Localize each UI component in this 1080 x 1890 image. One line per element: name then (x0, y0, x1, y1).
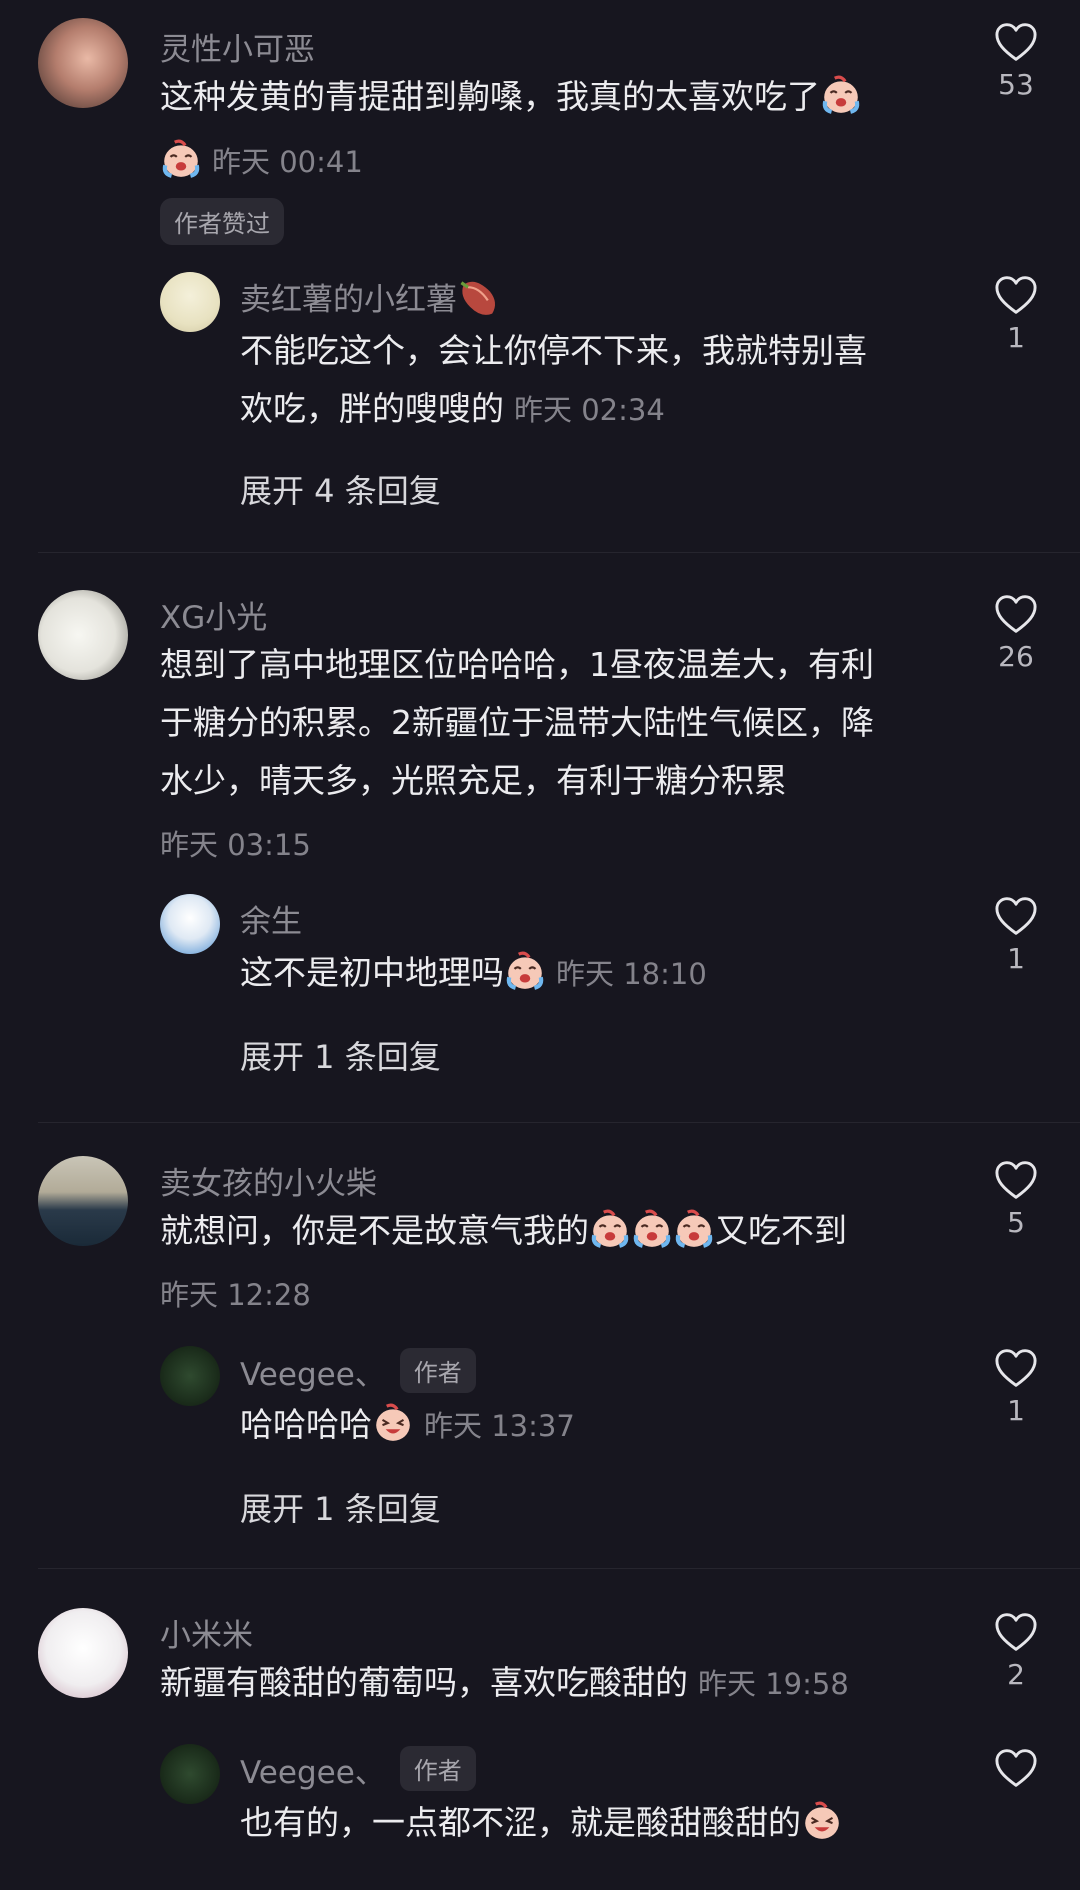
crying-face-emoji (631, 1208, 673, 1250)
reply-avatar[interactable] (160, 272, 220, 332)
reply-like-button[interactable]: 1 (988, 1348, 1044, 1427)
divider (38, 1122, 1080, 1123)
like-count: 1 (1007, 321, 1025, 354)
comment-text: 这种发黄的青提甜到齁嗓，我真的太喜欢吃了 (160, 68, 862, 126)
heart-outline-icon (994, 896, 1038, 936)
divider (38, 1568, 1080, 1569)
comment-username[interactable]: XG小光 (160, 592, 267, 637)
divider (38, 552, 1080, 553)
reply-username[interactable]: Veegee、 作者 (240, 1746, 476, 1792)
heart-outline-icon (994, 1612, 1038, 1652)
heart-outline-icon (994, 1160, 1038, 1200)
comment-thread: 灵性小可恶 这种发黄的青提甜到齁嗓，我真的太喜欢吃了 昨天 00:41 作者赞过… (0, 0, 1080, 555)
sweet-potato-emoji (457, 274, 501, 318)
crying-face-emoji (160, 138, 202, 180)
laughing-face-emoji (801, 1800, 843, 1842)
reply-avatar[interactable] (160, 1346, 220, 1406)
comment-time: 昨天 03:15 (160, 828, 311, 862)
comment-username[interactable]: 灵性小可恶 (160, 24, 315, 69)
like-count: 1 (1007, 1394, 1025, 1427)
heart-outline-icon (994, 594, 1038, 634)
user-avatar[interactable] (38, 1156, 128, 1246)
reply-text: 这不是初中地理吗 昨天 18:10 (240, 944, 707, 1003)
comment-meta: 昨天 00:41 (160, 138, 363, 181)
user-avatar[interactable] (38, 1608, 128, 1698)
comment-time: 昨天 00:41 (212, 145, 363, 179)
reply-avatar[interactable] (160, 1744, 220, 1804)
like-count: 5 (1007, 1206, 1025, 1239)
like-count: 1 (1007, 942, 1025, 975)
crying-face-emoji (673, 1208, 715, 1250)
comment-text: 想到了高中地理区位哈哈哈，1昼夜温差大，有利 于糖分的积累。2新疆位于温带大陆性… (160, 645, 874, 800)
like-button[interactable]: 2 (988, 1612, 1044, 1691)
comment-thread: 卖女孩的小火柴 就想问，你是不是故意气我的 又吃不到 昨天 12:28 5 Vee… (0, 1148, 1080, 1568)
user-avatar[interactable] (38, 590, 128, 680)
reply-time: 昨天 18:10 (556, 957, 707, 991)
author-badge: 作者 (399, 1746, 476, 1791)
comment-thread: 小米米 新疆有酸甜的葡萄吗，喜欢吃酸甜的 昨天 19:58 2 Veegee、 作者… (0, 1594, 1080, 1890)
comment-text: 新疆有酸甜的葡萄吗，喜欢吃酸甜的 昨天 19:58 (160, 1663, 849, 1702)
reply-like-button[interactable]: 1 (988, 896, 1044, 975)
laughing-face-emoji (372, 1402, 414, 1444)
reply-username[interactable]: 卖红薯的小红薯 (240, 274, 501, 319)
reply-username[interactable]: Veegee、 作者 (240, 1348, 476, 1394)
crying-face-emoji (820, 74, 862, 116)
reply-like-button[interactable]: 1 (988, 275, 1044, 354)
reply-text: 不能吃这个，会让你停不下来，我就特别喜 欢吃，胖的嗖嗖的 昨天 02:34 (240, 331, 867, 428)
author-badge: 作者 (399, 1348, 476, 1393)
reply-text: 哈哈哈哈 昨天 13:37 (240, 1396, 575, 1455)
expand-replies-button[interactable]: 展开 4 条回复 (240, 466, 441, 512)
crying-face-emoji (504, 950, 546, 992)
author-liked-badge: 作者赞过 (160, 198, 284, 245)
heart-outline-icon (994, 1348, 1038, 1388)
heart-outline-icon (994, 22, 1038, 62)
reply-time: 昨天 02:34 (514, 393, 665, 427)
expand-replies-button[interactable]: 展开 1 条回复 (240, 1032, 441, 1078)
like-button[interactable]: 5 (988, 1160, 1044, 1239)
expand-replies-button[interactable]: 展开 1 条回复 (240, 1484, 441, 1530)
like-count: 26 (998, 640, 1034, 673)
comment-thread: XG小光 想到了高中地理区位哈哈哈，1昼夜温差大，有利 于糖分的积累。2新疆位于… (0, 578, 1080, 1128)
comment-username[interactable]: 小米米 (160, 1610, 253, 1655)
like-count: 2 (1007, 1658, 1025, 1691)
reply-text: 也有的，一点都不涩，就是酸甜酸甜的 (240, 1794, 843, 1852)
comment-text: 就想问，你是不是故意气我的 又吃不到 (160, 1202, 847, 1260)
reply-username[interactable]: 余生 (240, 896, 302, 941)
like-button[interactable]: 26 (988, 594, 1044, 673)
reply-like-button[interactable] (988, 1748, 1044, 1788)
heart-outline-icon (994, 1748, 1038, 1788)
crying-face-emoji (589, 1208, 631, 1250)
comment-username[interactable]: 卖女孩的小火柴 (160, 1158, 377, 1203)
like-count: 53 (998, 68, 1034, 101)
user-avatar[interactable] (38, 18, 128, 108)
heart-outline-icon (994, 275, 1038, 315)
comment-time: 昨天 12:28 (160, 1278, 311, 1312)
comment-time: 昨天 19:58 (698, 1667, 849, 1701)
reply-avatar[interactable] (160, 894, 220, 954)
reply-time: 昨天 13:37 (424, 1409, 575, 1443)
like-button[interactable]: 53 (988, 22, 1044, 101)
